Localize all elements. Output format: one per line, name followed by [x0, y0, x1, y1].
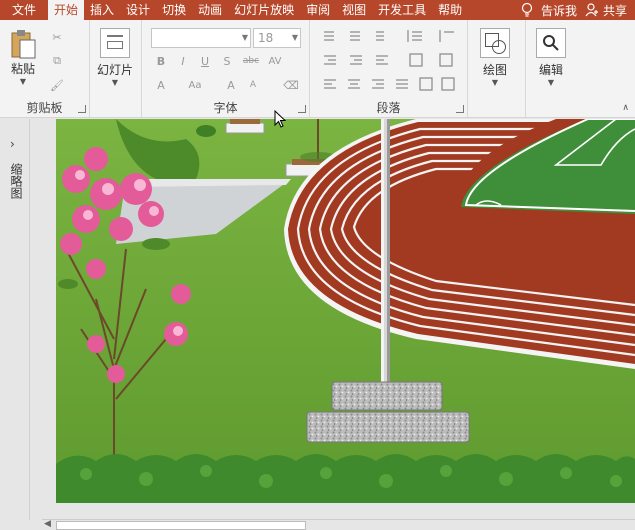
font-launcher-icon[interactable]	[298, 105, 306, 113]
paragraph-group-label: 段落	[376, 101, 401, 115]
editing-button[interactable]: 编辑 ▼	[536, 28, 566, 87]
clipboard-group-label: 剪贴板	[26, 101, 63, 115]
clipboard-group: 粘贴 ▼ ✂ ⧉ 🖌 剪贴板	[0, 20, 90, 118]
shapes-icon	[480, 28, 510, 58]
font-name-box[interactable]: ▼	[151, 28, 251, 48]
paste-label: 粘贴	[10, 62, 35, 76]
drawing-label: 绘图	[482, 63, 507, 77]
horizontal-scrollbar[interactable]: ◀	[42, 519, 635, 530]
bold-icon[interactable]: B	[152, 52, 170, 70]
cut-icon[interactable]: ✂	[48, 28, 66, 46]
tell-me-box[interactable]: 告诉我	[513, 0, 585, 20]
decrease-font-icon[interactable]: A	[244, 76, 262, 94]
underline-icon[interactable]: U	[196, 52, 214, 70]
stadium-illustration	[56, 119, 635, 503]
tab-transitions[interactable]: 切换	[156, 0, 192, 20]
mouse-pointer-icon	[274, 110, 286, 128]
paragraph-launcher-icon[interactable]	[456, 105, 464, 113]
tab-home[interactable]: 开始	[48, 0, 85, 20]
expand-pane-icon[interactable]: ›	[10, 137, 15, 151]
share-button[interactable]: 共享	[585, 0, 635, 20]
new-slide-button[interactable]: 幻灯片 ▼	[97, 28, 133, 87]
font-group: ▼ 18 ▼ B I U S abc AV A Aa A A ⌫ 字体	[142, 20, 310, 118]
tell-me-label: 告诉我	[540, 3, 577, 18]
font-size-box[interactable]: 18 ▼	[253, 28, 301, 48]
ribbon-tab-bar: 文件 开始 插入 设计 切换 动画 幻灯片放映 审阅 视图 开发工具 帮助 告诉…	[0, 0, 635, 20]
search-icon	[536, 28, 566, 58]
clear-format-icon[interactable]: ⌫	[282, 76, 300, 94]
format-painter-icon[interactable]: 🖌	[48, 76, 66, 94]
editing-group: 编辑 ▼	[526, 20, 580, 118]
italic-icon[interactable]: I	[174, 52, 192, 70]
tab-animations[interactable]: 动画	[192, 0, 228, 20]
tab-file[interactable]: 文件	[0, 0, 48, 20]
paste-icon	[11, 30, 36, 59]
slide-canvas[interactable]	[56, 119, 635, 503]
editing-dropdown-icon[interactable]: ▼	[548, 78, 554, 87]
new-slide-icon	[100, 28, 130, 58]
change-case-icon[interactable]: Aa	[186, 76, 204, 94]
tab-review[interactable]: 审阅	[300, 0, 336, 20]
person-add-icon	[585, 3, 598, 17]
new-slide-dropdown-icon[interactable]: ▼	[112, 78, 118, 87]
clipboard-launcher-icon[interactable]	[78, 105, 86, 113]
thumbnail-pane-label[interactable]: 缩略图	[8, 163, 25, 199]
collapse-ribbon-icon[interactable]: ∧	[622, 103, 629, 113]
paragraph-controls[interactable]	[318, 26, 462, 98]
font-size-dropdown-icon[interactable]: ▼	[292, 29, 298, 47]
share-label: 共享	[602, 3, 627, 18]
font-color-icon[interactable]: A	[152, 76, 170, 94]
char-spacing-icon[interactable]: AV	[266, 52, 284, 70]
paste-dropdown-icon[interactable]: ▼	[20, 77, 26, 86]
tab-insert[interactable]: 插入	[84, 0, 120, 20]
scrollbar-thumb[interactable]	[56, 521, 306, 530]
increase-font-icon[interactable]: A	[222, 76, 240, 94]
editing-label: 编辑	[538, 63, 563, 77]
tab-view[interactable]: 视图	[336, 0, 372, 20]
font-name-dropdown-icon[interactable]: ▼	[242, 29, 248, 47]
new-slide-label: 幻灯片	[97, 63, 134, 77]
font-size-value: 18	[258, 31, 274, 45]
ribbon: 粘贴 ▼ ✂ ⧉ 🖌 剪贴板 幻灯片 ▼ ▼ 18 ▼ B I U S abc …	[0, 20, 635, 118]
slides-group: 幻灯片 ▼	[90, 20, 142, 118]
tab-help[interactable]: 帮助	[432, 0, 468, 20]
tab-slideshow[interactable]: 幻灯片放映	[228, 0, 300, 20]
paste-button[interactable]: 粘贴 ▼	[8, 28, 38, 86]
strikethrough-icon[interactable]: abc	[242, 52, 260, 70]
thumbnail-pane: › 缩略图	[0, 119, 30, 520]
drawing-button[interactable]: 绘图 ▼	[480, 28, 510, 87]
shadow-icon[interactable]: S	[218, 52, 236, 70]
copy-icon[interactable]: ⧉	[48, 52, 66, 70]
scroll-left-icon[interactable]: ◀	[44, 519, 51, 529]
drawing-dropdown-icon[interactable]: ▼	[492, 78, 498, 87]
paragraph-group: 段落	[310, 20, 468, 118]
tab-developer[interactable]: 开发工具	[372, 0, 432, 20]
tab-design[interactable]: 设计	[120, 0, 156, 20]
drawing-group: 绘图 ▼	[468, 20, 526, 118]
lightbulb-icon	[521, 2, 533, 17]
